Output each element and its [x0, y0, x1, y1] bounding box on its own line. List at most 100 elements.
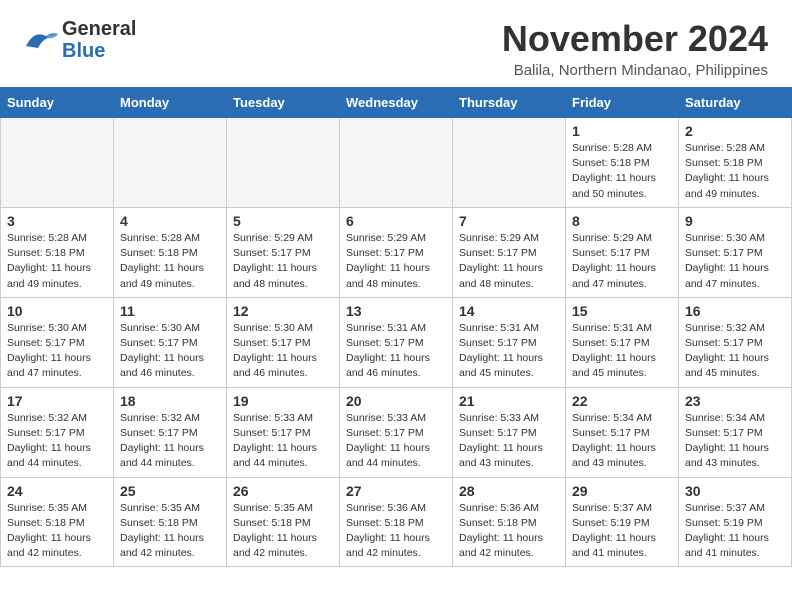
day-number: 26 — [233, 483, 333, 499]
day-number: 4 — [120, 213, 220, 229]
day-info: Sunrise: 5:32 AMSunset: 5:17 PMDaylight:… — [120, 411, 220, 472]
day-cell-25: 25 Sunrise: 5:35 AMSunset: 5:18 PMDayligh… — [114, 477, 227, 567]
day-number: 20 — [346, 393, 446, 409]
weekday-header-monday: Monday — [114, 88, 227, 118]
day-number: 2 — [685, 123, 785, 139]
day-info: Sunrise: 5:29 AMSunset: 5:17 PMDaylight:… — [233, 231, 333, 292]
day-info: Sunrise: 5:37 AMSunset: 5:19 PMDaylight:… — [572, 501, 672, 562]
day-number: 29 — [572, 483, 672, 499]
logo-icon — [24, 28, 60, 52]
day-number: 12 — [233, 303, 333, 319]
day-number: 13 — [346, 303, 446, 319]
day-cell-8: 8 Sunrise: 5:29 AMSunset: 5:17 PMDaylight… — [566, 207, 679, 297]
day-info: Sunrise: 5:35 AMSunset: 5:18 PMDaylight:… — [7, 501, 107, 562]
day-cell-9: 9Sunrise: 5:30 AMSunset: 5:17 PMDaylight… — [679, 207, 792, 297]
day-number: 16 — [685, 303, 785, 319]
day-info: Sunrise: 5:35 AMSunset: 5:18 PMDaylight:… — [233, 501, 333, 562]
weekday-header-row: SundayMondayTuesdayWednesdayThursdayFrid… — [1, 88, 792, 118]
day-cell-5: 5 Sunrise: 5:29 AMSunset: 5:17 PMDaylight… — [227, 207, 340, 297]
day-number: 7 — [459, 213, 559, 229]
logo-general: General — [62, 18, 136, 40]
week-row-1: 1 Sunrise: 5:28 AMSunset: 5:18 PMDaylight… — [1, 118, 792, 208]
day-number: 11 — [120, 303, 220, 319]
month-year-title: November 2024 — [502, 18, 768, 60]
day-info: Sunrise: 5:29 AMSunset: 5:17 PMDaylight:… — [346, 231, 446, 292]
day-info: Sunrise: 5:28 AMSunset: 5:18 PMDaylight:… — [685, 141, 785, 202]
day-info: Sunrise: 5:33 AMSunset: 5:17 PMDaylight:… — [233, 411, 333, 472]
empty-cell — [1, 118, 114, 208]
day-info: Sunrise: 5:31 AMSunset: 5:17 PMDaylight:… — [459, 321, 559, 382]
weekday-header-sunday: Sunday — [1, 88, 114, 118]
day-info: Sunrise: 5:30 AMSunset: 5:17 PMDaylight:… — [7, 321, 107, 382]
day-cell-21: 21Sunrise: 5:33 AMSunset: 5:17 PMDayligh… — [453, 387, 566, 477]
logo: General Blue — [24, 18, 136, 62]
day-number: 27 — [346, 483, 446, 499]
day-number: 21 — [459, 393, 559, 409]
day-cell-6: 6 Sunrise: 5:29 AMSunset: 5:17 PMDaylight… — [340, 207, 453, 297]
day-number: 8 — [572, 213, 672, 229]
day-cell-27: 27 Sunrise: 5:36 AMSunset: 5:18 PMDayligh… — [340, 477, 453, 567]
weekday-header-wednesday: Wednesday — [340, 88, 453, 118]
day-number: 18 — [120, 393, 220, 409]
day-cell-30: 30Sunrise: 5:37 AMSunset: 5:19 PMDayligh… — [679, 477, 792, 567]
day-info: Sunrise: 5:32 AMSunset: 5:17 PMDaylight:… — [685, 321, 785, 382]
day-info: Sunrise: 5:28 AMSunset: 5:18 PMDaylight:… — [7, 231, 107, 292]
weekday-header-thursday: Thursday — [453, 88, 566, 118]
day-cell-13: 13 Sunrise: 5:31 AMSunset: 5:17 PMDayligh… — [340, 297, 453, 387]
day-number: 23 — [685, 393, 785, 409]
day-cell-28: 28 Sunrise: 5:36 AMSunset: 5:18 PMDayligh… — [453, 477, 566, 567]
day-cell-26: 26 Sunrise: 5:35 AMSunset: 5:18 PMDayligh… — [227, 477, 340, 567]
weekday-header-saturday: Saturday — [679, 88, 792, 118]
day-cell-11: 11 Sunrise: 5:30 AMSunset: 5:17 PMDayligh… — [114, 297, 227, 387]
day-number: 9 — [685, 213, 785, 229]
logo-blue: Blue — [62, 40, 136, 62]
day-number: 1 — [572, 123, 672, 139]
day-cell-20: 20 Sunrise: 5:33 AMSunset: 5:17 PMDayligh… — [340, 387, 453, 477]
day-cell-15: 15 Sunrise: 5:31 AMSunset: 5:17 PMDayligh… — [566, 297, 679, 387]
page-header: General Blue November 2024 Balila, North… — [0, 0, 792, 87]
day-info: Sunrise: 5:34 AMSunset: 5:17 PMDaylight:… — [572, 411, 672, 472]
weekday-header-tuesday: Tuesday — [227, 88, 340, 118]
day-cell-16: 16 Sunrise: 5:32 AMSunset: 5:17 PMDayligh… — [679, 297, 792, 387]
day-cell-23: 23Sunrise: 5:34 AMSunset: 5:17 PMDayligh… — [679, 387, 792, 477]
day-info: Sunrise: 5:36 AMSunset: 5:18 PMDaylight:… — [346, 501, 446, 562]
day-number: 10 — [7, 303, 107, 319]
day-cell-10: 10 Sunrise: 5:30 AMSunset: 5:17 PMDayligh… — [1, 297, 114, 387]
day-info: Sunrise: 5:31 AMSunset: 5:17 PMDaylight:… — [572, 321, 672, 382]
day-cell-3: 3 Sunrise: 5:28 AMSunset: 5:18 PMDaylight… — [1, 207, 114, 297]
location-subtitle: Balila, Northern Mindanao, Philippines — [502, 62, 768, 79]
day-cell-2: 2 Sunrise: 5:28 AMSunset: 5:18 PMDaylight… — [679, 118, 792, 208]
day-cell-17: 17Sunrise: 5:32 AMSunset: 5:17 PMDayligh… — [1, 387, 114, 477]
day-number: 28 — [459, 483, 559, 499]
title-block: November 2024 Balila, Northern Mindanao,… — [502, 18, 768, 79]
day-number: 24 — [7, 483, 107, 499]
day-cell-24: 24 Sunrise: 5:35 AMSunset: 5:18 PMDayligh… — [1, 477, 114, 567]
day-cell-18: 18 Sunrise: 5:32 AMSunset: 5:17 PMDayligh… — [114, 387, 227, 477]
weekday-header-friday: Friday — [566, 88, 679, 118]
day-info: Sunrise: 5:33 AMSunset: 5:17 PMDaylight:… — [346, 411, 446, 472]
day-number: 17 — [7, 393, 107, 409]
day-number: 6 — [346, 213, 446, 229]
day-number: 30 — [685, 483, 785, 499]
day-number: 5 — [233, 213, 333, 229]
day-info: Sunrise: 5:35 AMSunset: 5:18 PMDaylight:… — [120, 501, 220, 562]
day-number: 14 — [459, 303, 559, 319]
empty-cell — [340, 118, 453, 208]
day-info: Sunrise: 5:29 AMSunset: 5:17 PMDaylight:… — [572, 231, 672, 292]
day-number: 3 — [7, 213, 107, 229]
day-cell-19: 19 Sunrise: 5:33 AMSunset: 5:17 PMDayligh… — [227, 387, 340, 477]
empty-cell — [453, 118, 566, 208]
empty-cell — [227, 118, 340, 208]
day-info: Sunrise: 5:31 AMSunset: 5:17 PMDaylight:… — [346, 321, 446, 382]
day-info: Sunrise: 5:36 AMSunset: 5:18 PMDaylight:… — [459, 501, 559, 562]
day-number: 22 — [572, 393, 672, 409]
day-number: 19 — [233, 393, 333, 409]
day-number: 25 — [120, 483, 220, 499]
day-number: 15 — [572, 303, 672, 319]
week-row-2: 3 Sunrise: 5:28 AMSunset: 5:18 PMDaylight… — [1, 207, 792, 297]
day-cell-29: 29 Sunrise: 5:37 AMSunset: 5:19 PMDayligh… — [566, 477, 679, 567]
day-info: Sunrise: 5:30 AMSunset: 5:17 PMDaylight:… — [120, 321, 220, 382]
day-info: Sunrise: 5:29 AMSunset: 5:17 PMDaylight:… — [459, 231, 559, 292]
day-cell-4: 4Sunrise: 5:28 AMSunset: 5:18 PMDaylight… — [114, 207, 227, 297]
week-row-5: 24 Sunrise: 5:35 AMSunset: 5:18 PMDayligh… — [1, 477, 792, 567]
